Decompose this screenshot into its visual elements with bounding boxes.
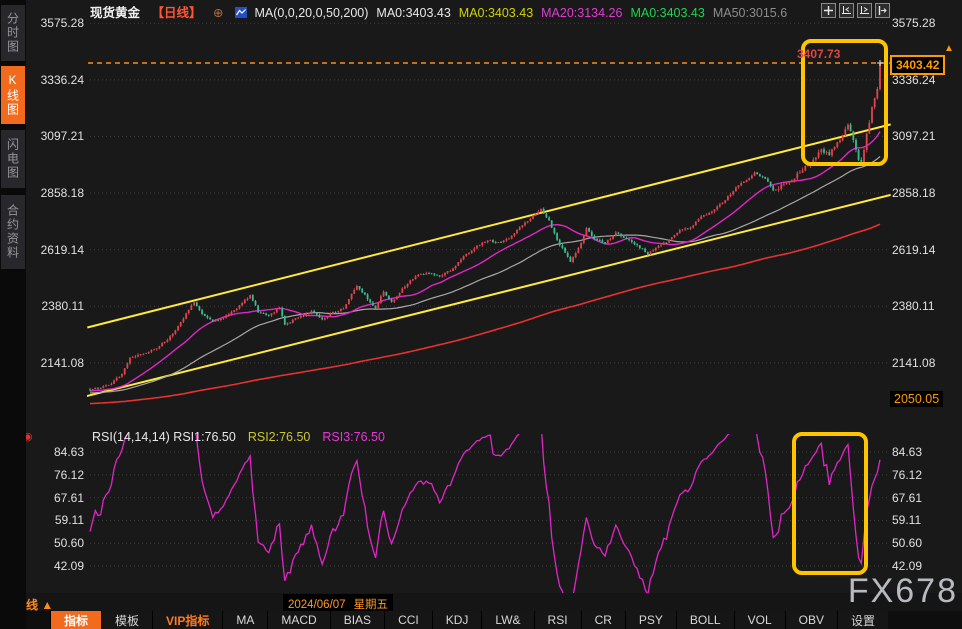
toolbar-tab-BOLL[interactable]: BOLL bbox=[676, 611, 734, 629]
ma-value-label: MA0:3403.43 bbox=[630, 6, 704, 20]
rsi-axis-label: 42.09 bbox=[28, 559, 84, 573]
low-price-tag: 2050.05 bbox=[890, 391, 943, 407]
highlight-box-rsi bbox=[792, 432, 868, 575]
toolbar-tab-设置[interactable]: 设置 bbox=[837, 611, 888, 629]
chart-toolbar-icons bbox=[821, 3, 890, 18]
toolbar-tab-KDJ[interactable]: KDJ bbox=[432, 611, 482, 629]
toolbar-tab-LW&[interactable]: LW& bbox=[481, 611, 533, 629]
ma-value-label: MA(0,0,20,0,50,200) bbox=[254, 6, 368, 20]
toolbar-tab-OBV[interactable]: OBV bbox=[785, 611, 837, 629]
price-axis-label: 3336.24 bbox=[892, 73, 935, 87]
toolbar-tab-VOL[interactable]: VOL bbox=[734, 611, 785, 629]
price-axis-label: 3336.24 bbox=[28, 73, 84, 87]
watermark: FX678 bbox=[848, 572, 958, 611]
toolbar-tab-VIP指标[interactable]: VIP指标 bbox=[152, 611, 222, 629]
rsi-header: RSI(14,14,14) RSI1:76.50 RSI2:76.50 RSI3:7… bbox=[92, 430, 397, 444]
last-price-tag: 3403.42 bbox=[890, 55, 945, 75]
price-axis-label: 2619.14 bbox=[28, 243, 84, 257]
rsi-axis-label: 67.61 bbox=[892, 491, 922, 505]
rsi-axis-label: 50.60 bbox=[892, 536, 922, 550]
ma-value-label: MA0:3403.43 bbox=[459, 6, 533, 20]
price-axis-label: 2858.18 bbox=[892, 186, 935, 200]
ma-value-label: MA0:3403.43 bbox=[376, 6, 450, 20]
pan-right-icon[interactable] bbox=[875, 3, 890, 18]
rsi-value-label: RSI2:76.50 bbox=[248, 430, 311, 444]
rsi-axis-label: 42.09 bbox=[892, 559, 922, 573]
sidebar-item-lightning[interactable]: 闪电图 bbox=[1, 130, 25, 188]
price-axis-label: 3575.28 bbox=[892, 16, 935, 30]
rsi-axis-label: 84.63 bbox=[892, 445, 922, 459]
price-up-arrow-icon: ▲ bbox=[944, 43, 954, 54]
toolbar-tab-模板[interactable]: 模板 bbox=[101, 611, 152, 629]
add-indicator-icon[interactable]: ⊕ bbox=[213, 6, 223, 20]
ma-value-label: MA50:3015.6 bbox=[713, 6, 787, 20]
sidebar: 分时图 K线图 闪电图 合约资料 bbox=[0, 0, 26, 629]
price-axis-label: 3097.21 bbox=[892, 129, 935, 143]
symbol-name: 现货黄金 bbox=[90, 6, 140, 20]
price-axis-label: 3575.28 bbox=[28, 16, 84, 30]
trading-app-window: 分时图 K线图 闪电图 合约资料 现货黄金 【日线】 ⊕ MA(0,0,20,0… bbox=[0, 0, 962, 629]
high-price-label: 3407.73 bbox=[797, 47, 840, 61]
zoom-in-icon[interactable] bbox=[857, 3, 872, 18]
toolbar-tab-RSI[interactable]: RSI bbox=[534, 611, 581, 629]
ma-chart-icon bbox=[235, 6, 247, 20]
rsi-axis-label: 50.60 bbox=[28, 536, 84, 550]
indicator-toolbar: 指标模板VIP指标MAMACDBIASCCIKDJLW&RSICRPSYBOLL… bbox=[26, 611, 962, 629]
toolbar-tab-MACD[interactable]: MACD bbox=[267, 611, 329, 629]
toolbar-tab-PSY[interactable]: PSY bbox=[625, 611, 676, 629]
crosshair-weekday: 星期五 bbox=[354, 599, 389, 611]
price-axis-label: 2858.18 bbox=[28, 186, 84, 200]
crosshair-icon[interactable] bbox=[821, 3, 836, 18]
sidebar-item-kline[interactable]: K线图 bbox=[1, 66, 25, 124]
toolbar-tab-指标[interactable]: 指标 bbox=[50, 611, 101, 629]
price-axis-label: 2380.11 bbox=[28, 299, 84, 313]
crosshair-date: 2024/06/07 bbox=[288, 599, 346, 611]
rsi-axis-label: 67.61 bbox=[28, 491, 84, 505]
rsi-axis-label: 59.11 bbox=[28, 513, 84, 527]
sidebar-item-timeshare[interactable]: 分时图 bbox=[1, 5, 25, 61]
rsi-axis-label: 76.12 bbox=[892, 468, 922, 482]
rsi-axis-label: 76.12 bbox=[28, 468, 84, 482]
toolbar-tab-BIAS[interactable]: BIAS bbox=[330, 611, 384, 629]
toolbar-tab-MA[interactable]: MA bbox=[222, 611, 267, 629]
price-axis-label: 2141.08 bbox=[28, 356, 84, 370]
price-axis-label: 2141.08 bbox=[892, 356, 935, 370]
price-axis-label: 2619.14 bbox=[892, 243, 935, 257]
date-axis-row bbox=[0, 593, 962, 611]
sidebar-item-contract-info[interactable]: 合约资料 bbox=[1, 195, 25, 269]
toolbar-tab-CCI[interactable]: CCI bbox=[384, 611, 432, 629]
rsi-value-label: RSI(14,14,14) RSI1:76.50 bbox=[92, 430, 236, 444]
chart-header: 现货黄金 【日线】 ⊕ MA(0,0,20,0,50,200) MA0:3403.… bbox=[90, 2, 803, 18]
period-badge[interactable]: 【日线】 bbox=[152, 6, 202, 20]
price-axis-label: 2380.11 bbox=[892, 299, 935, 313]
zoom-out-icon[interactable] bbox=[839, 3, 854, 18]
rsi-axis-label: 59.11 bbox=[892, 513, 921, 527]
toolbar-tab-CR[interactable]: CR bbox=[581, 611, 625, 629]
rsi-value-label: RSI3:76.50 bbox=[322, 430, 385, 444]
ma-values: MA(0,0,20,0,50,200) MA0:3403.43 MA0:3403.4… bbox=[254, 6, 795, 20]
rsi-axis-label: 84.63 bbox=[28, 445, 84, 459]
price-axis-label: 3097.21 bbox=[28, 129, 84, 143]
ma-value-label: MA20:3134.26 bbox=[541, 6, 622, 20]
